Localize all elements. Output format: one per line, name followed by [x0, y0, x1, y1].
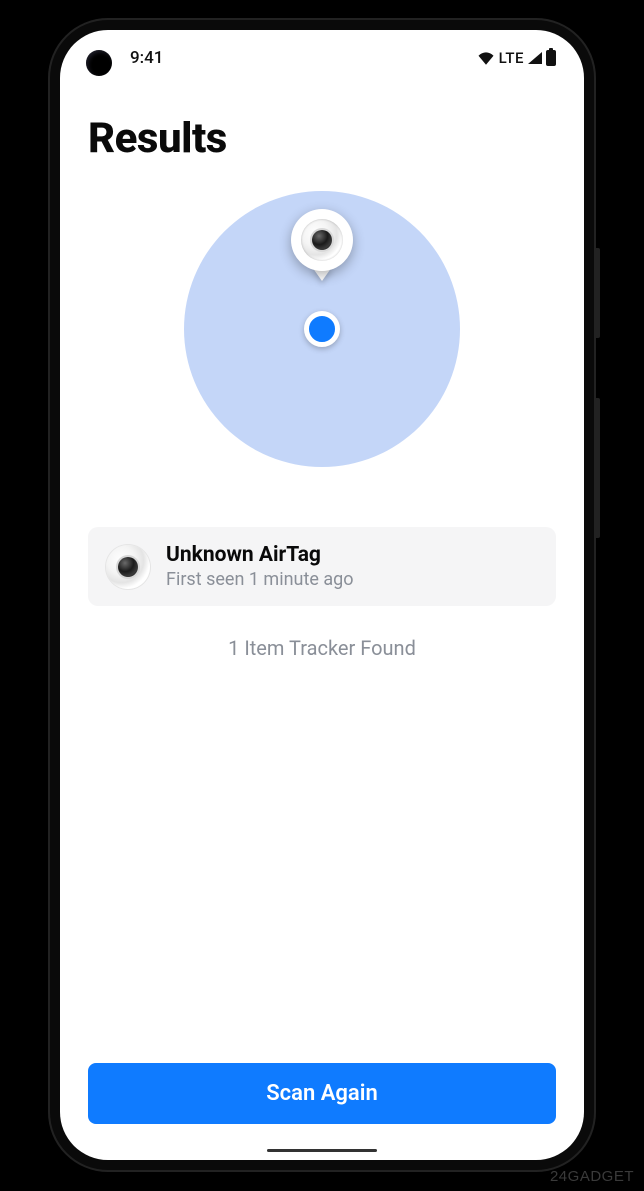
battery-icon — [546, 50, 556, 66]
radar-circle — [184, 191, 460, 467]
phone-frame: 9:41 LTE Results — [48, 18, 596, 1172]
tracker-row-text: Unknown AirTag First seen 1 minute ago — [166, 543, 354, 590]
wifi-icon — [477, 51, 495, 65]
tracker-pin[interactable] — [291, 209, 353, 281]
status-bar: 9:41 LTE — [60, 30, 584, 86]
volume-button — [596, 398, 600, 538]
content: Results — [60, 86, 584, 1160]
pin-head — [291, 209, 353, 271]
tracker-list: Unknown AirTag First seen 1 minute ago — [88, 527, 556, 606]
airtag-icon — [106, 545, 150, 589]
home-indicator[interactable] — [267, 1149, 377, 1152]
status-icons: LTE — [477, 49, 556, 67]
tracker-row[interactable]: Unknown AirTag First seen 1 minute ago — [88, 527, 556, 606]
watermark: 24GADGET — [550, 1168, 634, 1185]
tracker-name: Unknown AirTag — [166, 543, 354, 567]
tracker-subtitle: First seen 1 minute ago — [166, 569, 354, 590]
power-button — [596, 248, 600, 338]
user-location-dot — [304, 311, 340, 347]
scan-again-button[interactable]: Scan Again — [88, 1063, 556, 1124]
summary-text: 1 Item Tracker Found — [88, 636, 556, 660]
radar-area — [88, 191, 556, 467]
signal-icon — [528, 52, 542, 64]
network-label: LTE — [499, 49, 524, 67]
status-time: 9:41 — [130, 48, 163, 68]
airtag-icon — [301, 219, 343, 261]
front-camera — [86, 50, 112, 76]
page-title: Results — [88, 114, 556, 163]
screen: 9:41 LTE Results — [60, 30, 584, 1160]
